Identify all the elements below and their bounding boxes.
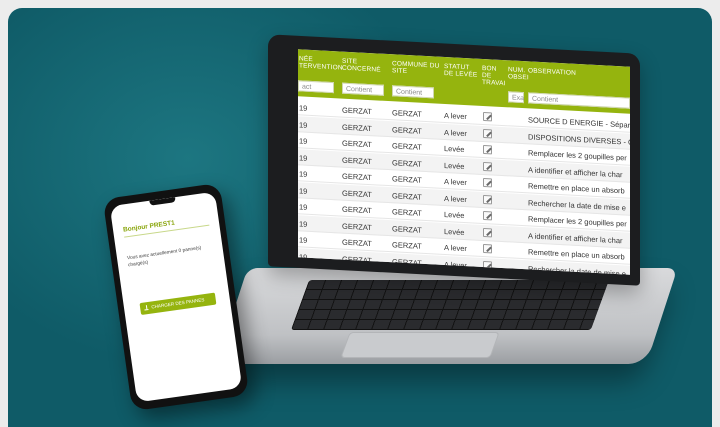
- filter-observation-input[interactable]: Contient: [528, 92, 630, 109]
- cell-date: 19: [299, 235, 308, 245]
- edit-icon[interactable]: [483, 194, 492, 204]
- cell-observation: Rechercher la date de mise e: [528, 197, 626, 212]
- cell-date: 19: [299, 218, 308, 229]
- cell-commune: GERZAT: [392, 174, 422, 185]
- cell-site: GERZAT: [342, 105, 372, 117]
- col-header-work-order[interactable]: BON DE TRAVAI: [482, 65, 506, 87]
- cell-site: GERZAT: [342, 237, 372, 249]
- edit-icon[interactable]: [483, 161, 492, 171]
- col-header-observation[interactable]: OBSERVATION: [528, 67, 576, 77]
- download-icon: [143, 304, 149, 311]
- cell-observation: Remplacer les 2 goupilles per: [528, 214, 627, 229]
- col-header-commune[interactable]: COMMUNE DU SITE: [392, 60, 440, 76]
- cell-site: GERZAT: [342, 188, 372, 199]
- cell-observation: A identifier et afficher la char: [528, 164, 623, 179]
- cell-status: Levée: [444, 160, 465, 171]
- edit-icon[interactable]: [483, 243, 492, 254]
- cell-date: 19: [299, 185, 308, 196]
- cell-status: A lever: [444, 176, 467, 188]
- filter-commune-input[interactable]: Contient: [392, 85, 434, 99]
- cell-date: 19: [299, 152, 308, 163]
- edit-icon[interactable]: [483, 227, 492, 237]
- cell-commune: GERZAT: [392, 190, 422, 202]
- filter-obs-number-input[interactable]: Exa: [508, 91, 524, 104]
- load-breakdowns-label: CHARGER DES PANNES: [151, 297, 205, 310]
- cell-status: Levée: [444, 143, 465, 155]
- laptop-screen: NÉE TERVENTION SITE CONCERNÉ COMMUNE DU …: [298, 49, 630, 275]
- cell-site: GERZAT: [342, 122, 372, 133]
- cell-site: GERZAT: [342, 204, 372, 216]
- laptop-trackpad: [340, 332, 500, 358]
- edit-icon[interactable]: [483, 128, 492, 138]
- cell-date: 19: [299, 169, 308, 179]
- edit-icon[interactable]: [483, 144, 492, 155]
- col-header-status[interactable]: STATUT DE LEVÉE: [444, 63, 477, 79]
- cell-date: 19: [299, 202, 308, 212]
- cell-site: GERZAT: [342, 171, 372, 183]
- cell-commune: GERZAT: [392, 207, 422, 218]
- cell-observation: Remettre en place un absorb: [528, 181, 625, 196]
- cell-observation: Remplacer les 2 goupilles per: [528, 148, 627, 163]
- phone-screen: Bonjour PREST1 Vous avez actuellement 0 …: [109, 191, 243, 403]
- cell-site: GERZAT: [342, 221, 372, 232]
- cell-status: A lever: [444, 193, 467, 204]
- cell-date: 19: [299, 119, 308, 130]
- phone-notch: [149, 197, 176, 206]
- cell-site: GERZAT: [342, 155, 372, 166]
- cell-status: A lever: [444, 127, 467, 138]
- cell-date: 19: [299, 103, 308, 113]
- cell-status: A lever: [444, 110, 467, 122]
- filter-date-input[interactable]: act: [298, 80, 334, 94]
- col-header-date[interactable]: NÉE TERVENTION: [299, 55, 343, 71]
- load-breakdowns-button[interactable]: CHARGER DES PANNES: [139, 292, 217, 316]
- cell-status: Levée: [444, 226, 465, 237]
- cell-commune: GERZAT: [392, 124, 422, 136]
- col-header-obs-number[interactable]: NUM. OBSEI: [508, 66, 529, 81]
- status-message: Vous avez actuellement 0 panne(s) chargé…: [126, 246, 202, 268]
- cell-site: GERZAT: [342, 138, 372, 150]
- cell-commune: GERZAT: [392, 240, 422, 251]
- cell-observation: A identifier et afficher la char: [528, 230, 623, 245]
- cell-commune: GERZAT: [392, 141, 422, 152]
- edit-icon[interactable]: [483, 177, 492, 188]
- cell-status: A lever: [444, 242, 467, 254]
- col-header-site[interactable]: SITE CONCERNÉ: [342, 58, 381, 74]
- cell-commune: GERZAT: [392, 157, 422, 169]
- edit-icon[interactable]: [483, 111, 492, 122]
- edit-icon[interactable]: [483, 210, 492, 221]
- cell-date: 19: [299, 136, 308, 146]
- cell-status: Levée: [444, 209, 465, 221]
- cell-commune: GERZAT: [392, 108, 422, 119]
- filter-site-input[interactable]: Contient: [342, 82, 384, 96]
- laptop-keyboard: [290, 280, 610, 330]
- cell-commune: GERZAT: [392, 223, 422, 235]
- cell-observation: Remettre en place un absorb: [528, 247, 625, 262]
